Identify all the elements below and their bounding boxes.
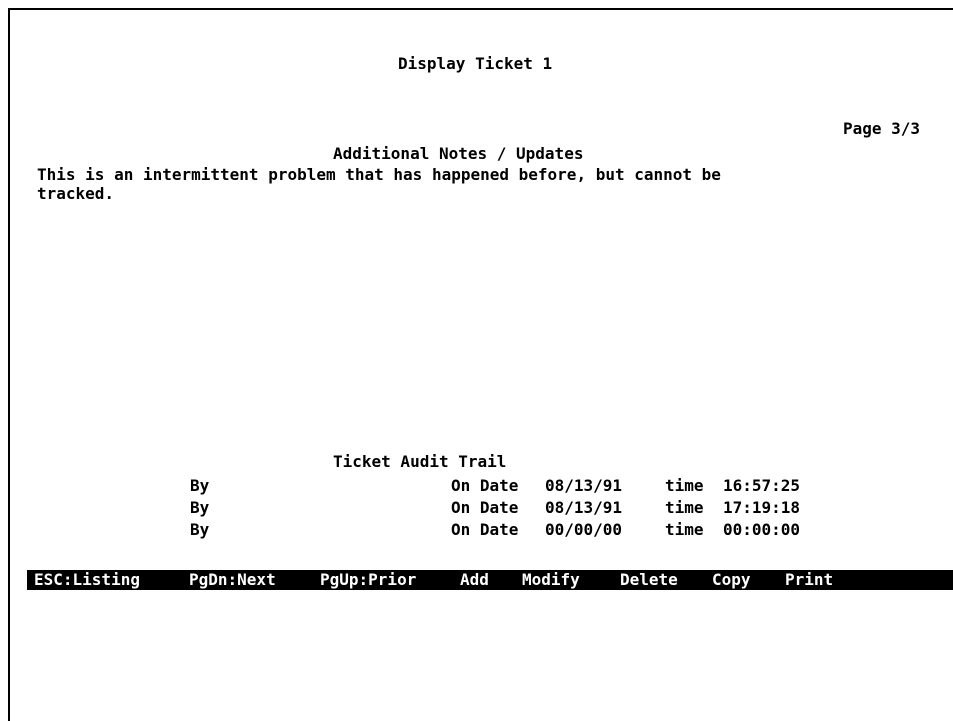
copy-command[interactable]: Copy [712,571,751,589]
prior-page-command[interactable]: PgUp:Prior [320,571,416,589]
audit-by-label: By [190,520,210,539]
audit-row: By On Date 08/13/91 time 17:19:18 [0,499,945,517]
audit-on-date-label: On Date [451,476,519,495]
notes-heading: Additional Notes / Updates [333,144,584,163]
audit-trail-heading: Ticket Audit Trail [333,452,507,471]
audit-date-value: 08/13/91 [545,498,623,517]
audit-by-label: By [190,498,210,517]
audit-time-label: time [665,476,704,495]
audit-time-value: 00:00:00 [723,520,801,539]
print-command[interactable]: Print [785,571,833,589]
page-title: Display Ticket 1 [398,54,553,73]
notes-text-line: This is an intermittent problem that has… [37,165,721,184]
audit-time-label: time [665,520,704,539]
audit-on-date-label: On Date [451,498,519,517]
audit-row: By On Date 00/00/00 time 00:00:00 [0,521,945,539]
audit-time-value: 16:57:25 [723,476,801,495]
page-indicator: Page 3/3 [843,119,921,138]
audit-date-value: 08/13/91 [545,476,623,495]
next-page-command[interactable]: PgDn:Next [189,571,276,589]
notes-text-line: tracked. [37,184,115,203]
modify-command[interactable]: Modify [522,571,580,589]
audit-time-label: time [665,498,704,517]
add-command[interactable]: Add [460,571,489,589]
function-key-bar: ESC:Listing PgDn:Next PgUp:Prior Add Mod… [27,570,953,590]
delete-command[interactable]: Delete [620,571,678,589]
terminal-screen [8,8,953,721]
audit-time-value: 17:19:18 [723,498,801,517]
audit-row: By On Date 08/13/91 time 16:57:25 [0,477,945,495]
audit-on-date-label: On Date [451,520,519,539]
audit-by-label: By [190,476,210,495]
listing-command[interactable]: ESC:Listing [34,571,140,589]
audit-date-value: 00/00/00 [545,520,623,539]
